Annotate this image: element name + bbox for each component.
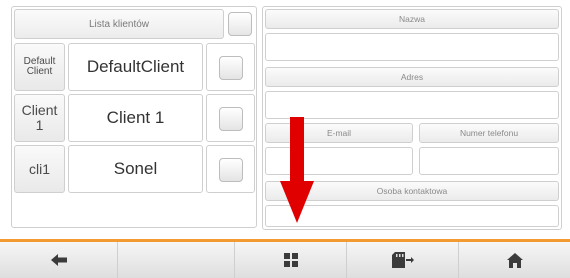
back-button[interactable] xyxy=(0,242,117,278)
empty-toolbar-button[interactable] xyxy=(117,242,234,278)
select-all-checkbox[interactable] xyxy=(228,12,252,36)
client-code[interactable]: Client 1 xyxy=(14,94,65,142)
client-checkbox-cell[interactable] xyxy=(206,43,255,91)
red-down-arrow-icon xyxy=(280,117,314,223)
client-list-header: Lista klientów xyxy=(14,9,224,39)
address-label: Adres xyxy=(265,67,559,87)
phone-label: Numer telefonu xyxy=(419,123,559,143)
back-arrow-icon xyxy=(50,254,67,266)
client-checkbox[interactable] xyxy=(219,56,243,80)
client-list-panel: Lista klientów Default Client DefaultCli… xyxy=(11,6,257,228)
client-row[interactable]: Client 1 Client 1 xyxy=(14,94,255,142)
client-manager-screen: Lista klientów Default Client DefaultCli… xyxy=(0,0,570,278)
bottom-toolbar xyxy=(0,239,570,278)
client-checkbox-cell[interactable] xyxy=(206,94,255,142)
client-code[interactable]: cli1 xyxy=(14,145,65,193)
grid-button[interactable] xyxy=(234,242,346,278)
client-name[interactable]: Client 1 xyxy=(68,94,203,142)
name-label: Nazwa xyxy=(265,9,559,29)
sd-card-export-button[interactable] xyxy=(346,242,458,278)
client-name[interactable]: DefaultClient xyxy=(68,43,203,91)
client-name[interactable]: Sonel xyxy=(68,145,203,193)
client-row[interactable]: cli1 Sonel xyxy=(14,145,255,193)
phone-field[interactable] xyxy=(419,147,559,175)
client-checkbox[interactable] xyxy=(219,158,243,182)
address-field[interactable] xyxy=(265,91,559,119)
client-checkbox[interactable] xyxy=(219,107,243,131)
sd-card-export-icon xyxy=(391,252,414,268)
client-row[interactable]: Default Client DefaultClient xyxy=(14,43,255,91)
grid-icon xyxy=(283,253,298,267)
client-checkbox-cell[interactable] xyxy=(206,145,255,193)
name-field[interactable] xyxy=(265,33,559,61)
home-icon xyxy=(506,252,523,268)
client-code[interactable]: Default Client xyxy=(14,43,65,91)
home-button[interactable] xyxy=(458,242,570,278)
